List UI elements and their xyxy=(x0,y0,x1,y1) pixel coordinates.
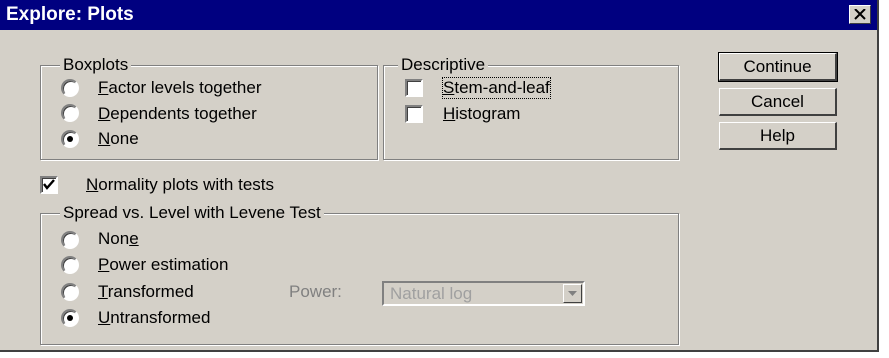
power-estimation-radio[interactable] xyxy=(61,256,79,274)
histogram-checkbox[interactable] xyxy=(405,105,423,123)
close-button[interactable] xyxy=(849,5,871,24)
factor-levels-radio[interactable] xyxy=(61,79,79,97)
power-dropdown-value: Natural log xyxy=(390,284,473,303)
factor-levels-label[interactable]: Factor levels together xyxy=(98,78,261,98)
dropdown-arrow-button[interactable] xyxy=(563,284,582,303)
stem-and-leaf-checkbox[interactable] xyxy=(405,79,423,97)
checkmark-icon xyxy=(43,179,55,190)
dependents-together-label[interactable]: Dependents together xyxy=(98,104,257,124)
spread-legend: Spread vs. Level with Levene Test xyxy=(60,203,324,223)
continue-button[interactable]: Continue xyxy=(718,52,838,82)
histogram-label[interactable]: Histogram xyxy=(443,104,520,124)
power-estimation-label[interactable]: Power estimation xyxy=(98,255,228,275)
untransformed-radio[interactable] xyxy=(61,309,79,327)
chevron-down-icon xyxy=(568,291,577,296)
untransformed-label[interactable]: Untransformed xyxy=(98,308,210,328)
close-icon xyxy=(854,9,866,20)
transformed-label[interactable]: Transformed xyxy=(98,282,194,302)
window-title: Explore: Plots xyxy=(6,4,134,25)
stem-and-leaf-label[interactable]: Stem-and-leaf xyxy=(442,77,551,99)
boxplots-legend: Boxplots xyxy=(60,55,132,75)
help-button[interactable]: Help xyxy=(719,122,837,150)
power-label: Power: xyxy=(289,282,342,301)
power-dropdown[interactable]: Natural log xyxy=(382,281,585,306)
normality-label[interactable]: Normality plots with tests xyxy=(86,175,274,195)
normality-checkbox[interactable] xyxy=(40,176,58,194)
transformed-radio[interactable] xyxy=(61,283,79,301)
spread-none-label[interactable]: None xyxy=(98,229,139,249)
boxplots-none-radio[interactable] xyxy=(61,130,79,148)
cancel-button[interactable]: Cancel xyxy=(719,88,837,116)
spread-none-radio[interactable] xyxy=(61,231,79,249)
title-bar: Explore: Plots xyxy=(0,0,877,30)
descriptive-legend: Descriptive xyxy=(398,55,489,75)
boxplots-none-label[interactable]: None xyxy=(98,129,139,149)
explore-plots-dialog: Explore: Plots Boxplots Factor levels to… xyxy=(0,0,879,352)
dependents-together-radio[interactable] xyxy=(61,104,79,122)
